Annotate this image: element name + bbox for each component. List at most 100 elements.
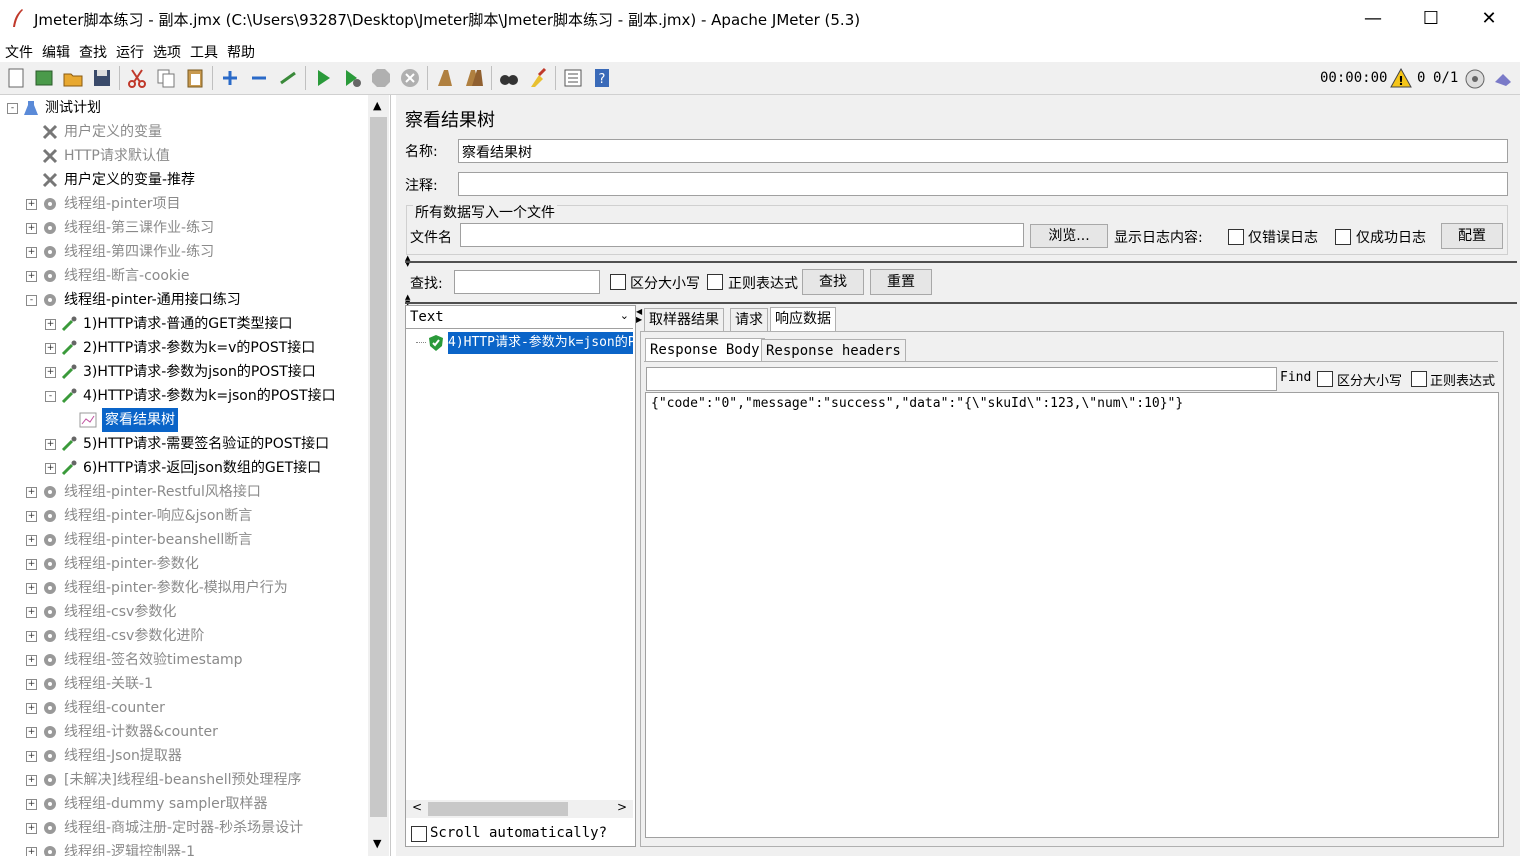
menu-search[interactable]: 查找	[74, 38, 111, 62]
stop-icon[interactable]	[370, 67, 392, 89]
maximize-button[interactable]: ☐	[1402, 0, 1460, 38]
tree-item[interactable]: + 线程组-商城注册-定时器-秒杀场景设计	[0, 816, 366, 840]
tree-item[interactable]: + 线程组-Json提取器	[0, 744, 366, 768]
collapse-all-icon[interactable]	[248, 67, 270, 89]
tab-request[interactable]: 请求	[730, 308, 768, 331]
success-only-checkbox[interactable]	[1335, 229, 1351, 245]
browse-button[interactable]: 浏览...	[1030, 224, 1108, 248]
search-field[interactable]	[454, 270, 600, 294]
minimize-button[interactable]: —	[1344, 0, 1402, 38]
response-body-text[interactable]: {"code":"0","message":"success","data":"…	[645, 392, 1499, 838]
expand-icon[interactable]: +	[26, 247, 37, 258]
expand-icon[interactable]: +	[26, 679, 37, 690]
expand-icon[interactable]: +	[26, 847, 37, 856]
start-icon[interactable]	[312, 67, 334, 89]
results-hscroll[interactable]: < >	[406, 800, 633, 818]
tree-item[interactable]: + 线程组-pinter-beanshell断言	[0, 528, 366, 552]
toggle-icon[interactable]	[277, 67, 299, 89]
tree-item[interactable]: - 4)HTTP请求-参数为k=json的POST接口	[0, 384, 366, 408]
tree-item[interactable]: + 线程组-csv参数化进阶	[0, 624, 366, 648]
reset-button[interactable]: 重置	[870, 269, 932, 295]
menu-file[interactable]: 文件	[0, 38, 37, 62]
tree-item[interactable]: - 线程组-pinter-通用接口练习	[0, 288, 366, 312]
expand-icon[interactable]: +	[26, 583, 37, 594]
clear-all-icon[interactable]	[463, 67, 485, 89]
expand-icon[interactable]: +	[26, 607, 37, 618]
expand-icon[interactable]: +	[26, 775, 37, 786]
search-icon[interactable]	[498, 67, 520, 89]
tree-item[interactable]: + 线程组-第三课作业-练习	[0, 216, 366, 240]
menu-tools[interactable]: 工具	[185, 38, 222, 62]
menu-help[interactable]: 帮助	[222, 38, 259, 62]
tree-item[interactable]: +6)HTTP请求-返回json数组的GET接口	[0, 456, 366, 480]
comment-field[interactable]	[458, 172, 1508, 196]
tree-item[interactable]: + [未解决]线程组-beanshell预处理程序	[0, 768, 366, 792]
find-field[interactable]	[646, 367, 1277, 391]
tree-item[interactable]: + 线程组-pinter-参数化-模拟用户行为	[0, 576, 366, 600]
tree-item[interactable]: + 线程组-pinter-参数化	[0, 552, 366, 576]
expand-icon[interactable]: +	[45, 439, 56, 450]
copy-icon[interactable]	[155, 67, 177, 89]
tree-item[interactable]: + 线程组-pinter-响应&json断言	[0, 504, 366, 528]
tree-item[interactable]: +2)HTTP请求-参数为k=v的POST接口	[0, 336, 366, 360]
tree-item[interactable]: + 线程组-pinter项目	[0, 192, 366, 216]
expand-icon[interactable]: +	[26, 199, 37, 210]
expand-icon[interactable]: +	[26, 631, 37, 642]
expand-icon[interactable]: +	[45, 367, 56, 378]
close-button[interactable]: ✕	[1460, 0, 1518, 38]
tree-item[interactable]: 用户定义的变量	[0, 120, 366, 144]
expand-icon[interactable]: +	[26, 655, 37, 666]
errors-only-checkbox[interactable]	[1228, 229, 1244, 245]
tree-item[interactable]: + 线程组-计数器&counter	[0, 720, 366, 744]
menu-edit[interactable]: 编辑	[37, 38, 74, 62]
expand-icon[interactable]: +	[26, 271, 37, 282]
case-sensitive-checkbox[interactable]	[610, 274, 626, 290]
name-field[interactable]: 察看结果树	[458, 139, 1508, 163]
open-icon[interactable]	[62, 67, 84, 89]
split-arrows-icon-3[interactable]: ◀ ▶	[636, 308, 642, 324]
expand-all-icon[interactable]	[219, 67, 241, 89]
result-sample-item[interactable]: 4)HTTP请求-参数为k=json的POST接口	[448, 332, 633, 354]
menu-options[interactable]: 选项	[148, 38, 185, 62]
tree-item[interactable]: + 线程组-第四课作业-练习	[0, 240, 366, 264]
subtab-response-headers[interactable]: Response headers	[761, 339, 906, 362]
expand-icon[interactable]: +	[26, 727, 37, 738]
tree-item[interactable]: + 线程组-pinter-Restful风格接口	[0, 480, 366, 504]
find-button[interactable]: 查找	[802, 269, 864, 295]
tree-item[interactable]: + 线程组-dummy sampler取样器	[0, 792, 366, 816]
collapse-icon[interactable]: -	[26, 295, 37, 306]
tree-item[interactable]: + 线程组-逻辑控制器-1	[0, 840, 366, 856]
filename-field[interactable]	[460, 223, 1024, 247]
shutdown-icon[interactable]	[399, 67, 421, 89]
tree-item[interactable]: +3)HTTP请求-参数为json的POST接口	[0, 360, 366, 384]
regex-checkbox[interactable]	[707, 274, 723, 290]
tree-root[interactable]: - 测试计划	[0, 96, 366, 120]
expand-icon[interactable]: +	[45, 319, 56, 330]
help-icon[interactable]: ?	[591, 67, 613, 89]
tree-item[interactable]: + 线程组-签名效验timestamp	[0, 648, 366, 672]
expand-icon[interactable]: +	[26, 751, 37, 762]
function-helper-icon[interactable]	[562, 67, 584, 89]
expand-icon[interactable]: +	[45, 463, 56, 474]
save-icon[interactable]	[91, 67, 113, 89]
body-case-sensitive-checkbox[interactable]	[1317, 371, 1333, 387]
tree-scroll-thumb[interactable]	[370, 117, 387, 817]
expand-icon[interactable]: +	[26, 823, 37, 834]
expand-icon[interactable]: +	[26, 703, 37, 714]
expand-icon[interactable]: +	[26, 535, 37, 546]
tree-item[interactable]: + 线程组-断言-cookie	[0, 264, 366, 288]
tree-item[interactable]: HTTP请求默认值	[0, 144, 366, 168]
expand-icon[interactable]: +	[26, 487, 37, 498]
tab-sampler-result[interactable]: 取样器结果	[644, 308, 724, 331]
collapse-icon[interactable]: -	[45, 391, 56, 402]
collapse-icon[interactable]: -	[7, 103, 18, 114]
reset-search-icon[interactable]	[527, 67, 549, 89]
expand-icon[interactable]: +	[26, 223, 37, 234]
scroll-up-icon[interactable]: ▲	[373, 99, 381, 112]
new-icon[interactable]	[5, 67, 27, 89]
tree-item[interactable]: + 线程组-counter	[0, 696, 366, 720]
tree-item[interactable]: + 线程组-关联-1	[0, 672, 366, 696]
paste-icon[interactable]	[184, 67, 206, 89]
menu-run[interactable]: 运行	[111, 38, 148, 62]
tree-scrollbar[interactable]: ▲ ▼	[368, 95, 389, 856]
